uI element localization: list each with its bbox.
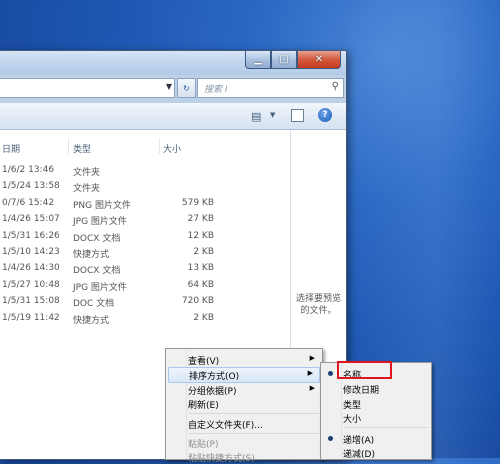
- preview-message: 选择要预览 的文件。: [291, 293, 346, 317]
- file-rows: 1/6/2 13:46 文件夹 1/5/24 13:58 文件夹 0/7/6 15:…: [0, 163, 290, 327]
- sort-option-size[interactable]: 大小: [322, 410, 430, 425]
- menu-item-label: 大小: [343, 415, 362, 425]
- preview-message-line1: 选择要预览: [295, 294, 341, 304]
- preview-pane-icon[interactable]: [291, 109, 304, 122]
- menu-separator: [344, 427, 428, 428]
- submenu-arrow-icon: ▶: [309, 354, 315, 362]
- file-date: 1/4/26 15:07: [2, 214, 60, 225]
- file-date: 1/6/2 13:46: [2, 165, 55, 175]
- file-type: 快捷方式: [73, 249, 110, 260]
- menu-item-view[interactable]: 查看(V) ▶: [167, 352, 321, 367]
- file-type: JPG 图片文件: [73, 282, 127, 293]
- views-dropdown-icon[interactable]: ▼: [270, 111, 275, 119]
- menu-separator: [189, 413, 319, 414]
- menu-item-label: 排序方式(O): [189, 372, 240, 382]
- table-row[interactable]: 1/6/2 13:46 文件夹: [0, 163, 290, 179]
- file-size: 64 KB: [187, 279, 214, 290]
- menu-item-paste[interactable]: 粘贴(P): [167, 435, 321, 450]
- menu-item-sort-by[interactable]: 排序方式(O) ▶: [168, 367, 320, 383]
- column-header-date[interactable]: 日期: [2, 142, 20, 155]
- menu-separator: [189, 433, 319, 434]
- menu-item-label: 自定义文件夹(F)...: [188, 421, 263, 431]
- column-header-type[interactable]: 类型: [73, 142, 91, 155]
- help-icon[interactable]: ?: [318, 108, 332, 122]
- menu-item-label: 刷新(E): [188, 401, 219, 411]
- file-date: 1/5/24 13:58: [2, 181, 60, 192]
- table-row[interactable]: 1/5/10 14:23 快捷方式 2 KB: [0, 245, 290, 261]
- column-header-size[interactable]: 大小: [163, 142, 181, 155]
- sort-option-ascending[interactable]: 递增(A): [322, 431, 430, 446]
- file-date: 1/5/31 16:26: [2, 230, 60, 241]
- file-date: 0/7/6 15:42: [2, 197, 55, 208]
- file-type: DOCX 文档: [73, 233, 121, 244]
- file-size: 27 KB: [187, 214, 214, 225]
- column-divider[interactable]: [159, 138, 160, 154]
- views-icon[interactable]: ▤: [251, 110, 261, 123]
- search-box[interactable]: 搜索 I ⚲: [197, 78, 344, 98]
- table-row[interactable]: 1/5/27 10:48 JPG 图片文件 64 KB: [0, 278, 290, 294]
- file-type: 文件夹: [73, 168, 101, 178]
- menu-item-customize-folder[interactable]: 自定义文件夹(F)...: [167, 416, 321, 431]
- file-date: 1/5/10 14:23: [2, 246, 60, 257]
- selected-bullet-icon: [328, 436, 333, 441]
- sort-option-date-modified[interactable]: 修改日期: [322, 381, 430, 396]
- file-type: DOCX 文档: [73, 266, 121, 277]
- file-type: JPG 图片文件: [73, 217, 127, 228]
- menu-item-refresh[interactable]: 刷新(E): [167, 396, 321, 411]
- selected-bullet-icon: [328, 371, 333, 376]
- table-row[interactable]: 1/5/31 15:08 DOC 文档 720 KB: [0, 294, 290, 310]
- file-type: DOC 文档: [73, 299, 115, 310]
- file-date: 1/5/19 11:42: [2, 312, 60, 323]
- submenu-arrow-icon: ▶: [307, 369, 313, 377]
- minimize-icon: ▁: [254, 54, 262, 65]
- menu-item-paste-shortcut[interactable]: 粘贴快捷方式(S): [167, 449, 321, 464]
- menu-item-label: 查看(V): [188, 357, 220, 367]
- sort-option-type[interactable]: 类型: [322, 396, 430, 411]
- refresh-icon: ↻: [183, 83, 190, 93]
- file-size: 12 KB: [187, 230, 214, 241]
- close-button[interactable]: ✕: [297, 51, 341, 69]
- close-icon: ✕: [314, 54, 324, 65]
- file-type: 快捷方式: [73, 315, 110, 326]
- file-size: 2 KB: [193, 312, 214, 323]
- title-bar[interactable]: ▁ □ ✕: [0, 51, 346, 75]
- refresh-button[interactable]: ↻: [177, 78, 196, 98]
- context-menu: 查看(V) ▶ 排序方式(O) ▶ 分组依据(P) ▶ 刷新(E) 自定义文件夹…: [165, 348, 323, 464]
- menu-item-label: 修改日期: [343, 386, 380, 396]
- search-icon[interactable]: ⚲: [332, 81, 339, 92]
- file-type: 文件夹: [73, 184, 101, 195]
- maximize-icon: □: [279, 54, 289, 65]
- file-size: 720 KB: [181, 296, 214, 307]
- file-size: 2 KB: [193, 246, 214, 257]
- table-row[interactable]: 1/5/24 13:58 文件夹: [0, 179, 290, 195]
- minimize-button[interactable]: ▁: [245, 51, 271, 69]
- file-date: 1/4/26 14:30: [2, 263, 60, 274]
- table-row[interactable]: 1/4/26 15:07 JPG 图片文件 27 KB: [0, 212, 290, 228]
- search-input[interactable]: 搜索 I: [204, 82, 228, 95]
- table-row[interactable]: 1/5/31 16:26 DOCX 文档 12 KB: [0, 229, 290, 245]
- address-row: ▼ ↻ 搜索 I ⚲: [0, 78, 346, 100]
- submenu-arrow-icon: ▶: [309, 384, 315, 392]
- preview-message-line2: 的文件。: [300, 306, 337, 316]
- file-size: 579 KB: [181, 197, 214, 208]
- maximize-button[interactable]: □: [271, 51, 297, 69]
- caption-buttons: ▁ □ ✕: [245, 51, 341, 69]
- table-row[interactable]: 1/4/26 14:30 DOCX 文档 13 KB: [0, 261, 290, 277]
- table-row[interactable]: 1/5/19 11:42 快捷方式 2 KB: [0, 311, 290, 327]
- file-size: 13 KB: [187, 263, 214, 274]
- menu-item-label: 递减(D): [343, 450, 375, 460]
- file-date: 1/5/31 15:08: [2, 296, 60, 307]
- chevron-down-icon[interactable]: ▼: [166, 82, 172, 91]
- file-type: PNG 图片文件: [73, 200, 131, 211]
- file-date: 1/5/27 10:48: [2, 279, 60, 290]
- column-divider[interactable]: [68, 138, 69, 154]
- address-bar[interactable]: ▼: [0, 78, 175, 98]
- table-row[interactable]: 0/7/6 15:42 PNG 图片文件 579 KB: [0, 196, 290, 212]
- command-bar: ▤ ▼ ?: [0, 103, 346, 130]
- highlight-annotation-box: [337, 361, 392, 379]
- menu-item-group-by[interactable]: 分组依据(P) ▶: [167, 382, 321, 397]
